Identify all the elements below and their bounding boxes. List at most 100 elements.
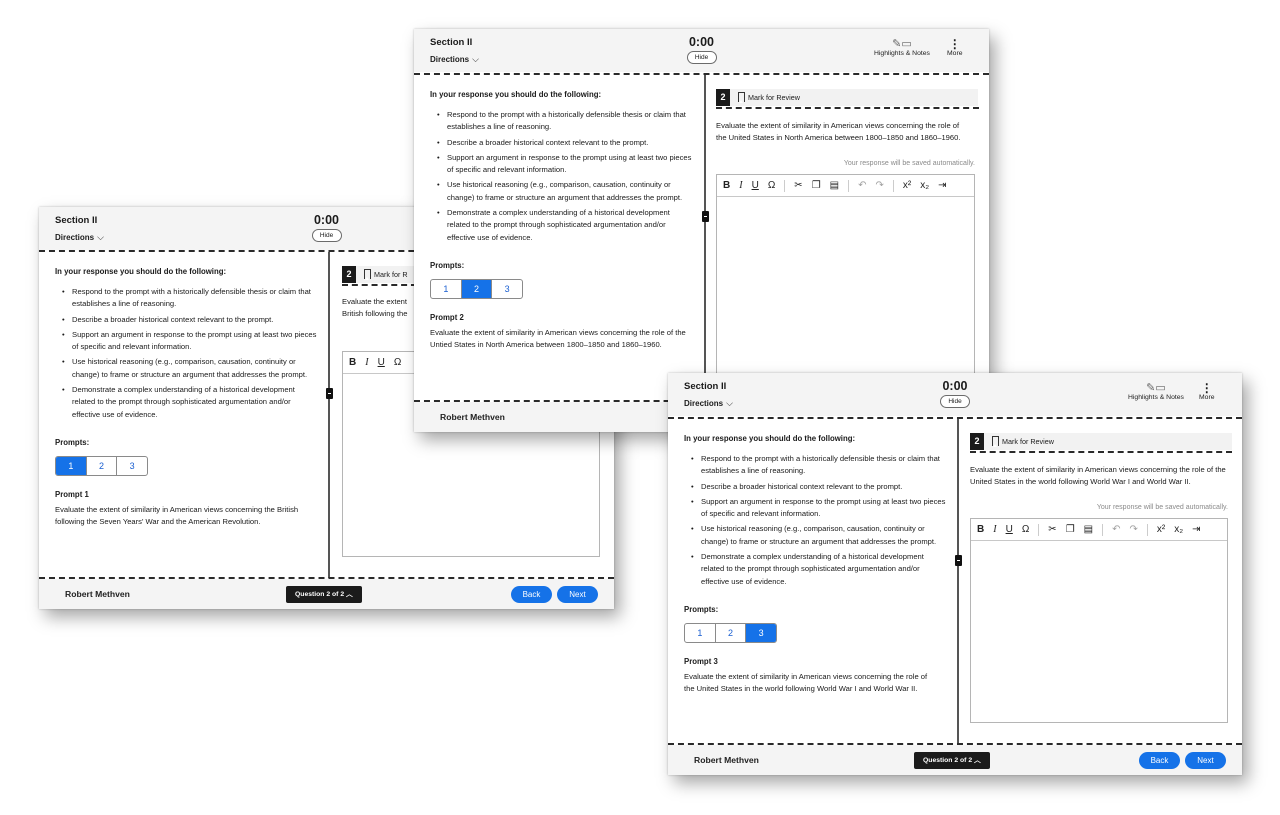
more-menu-button[interactable]: ⋮ More — [1199, 382, 1215, 401]
student-name: Robert Methven — [65, 589, 130, 599]
header-bar: Section II Directions ⌵ 0:00 Hide ✎▭ Highl… — [668, 373, 1242, 416]
prompt-button-2[interactable]: 2 — [461, 279, 493, 298]
italic-icon[interactable]: I — [365, 357, 368, 368]
footer-bar: Robert Methven Question 2 of 2 ︿ Back Ne… — [39, 579, 614, 609]
next-button[interactable]: Next — [1185, 752, 1226, 769]
question-number: 2 — [342, 266, 356, 283]
toolbar-separator — [1038, 523, 1040, 536]
directions-toggle[interactable]: Directions ⌵ — [684, 398, 733, 409]
chevron-up-icon: ︿ — [974, 757, 981, 764]
paste-icon[interactable]: ▤ — [1084, 524, 1093, 535]
copy-icon[interactable]: ❐ — [812, 180, 821, 191]
prompt-title: Prompt 1 — [55, 489, 89, 499]
splitter-handle[interactable] — [326, 388, 333, 399]
toolbar-separator — [1102, 523, 1104, 536]
superscript-icon[interactable]: x² — [1157, 524, 1165, 535]
toolbar-separator — [784, 179, 786, 192]
toolbar-separator — [892, 179, 894, 192]
question-text-line: British following the — [342, 309, 408, 319]
indent-icon[interactable]: ⇥ — [938, 180, 946, 191]
directions-toggle[interactable]: Directions ⌵ — [55, 232, 104, 243]
chevron-down-icon: ⌵ — [726, 398, 733, 408]
prompt-button-1[interactable]: 1 — [56, 456, 87, 475]
mark-for-review-button[interactable]: Mark for R — [364, 269, 408, 280]
exam-window-prompt-3: Section II Directions ⌵ 0:00 Hide ✎▭ Highl… — [668, 373, 1242, 775]
hide-timer-button[interactable]: Hide — [686, 51, 717, 64]
list-item: Respond to the prompt with a historicall… — [437, 109, 692, 134]
response-editor[interactable]: B I U Ω ✂ ❐ ▤ ↶ ↷ x² x₂ ⇥ — [716, 174, 975, 394]
hide-timer-button[interactable]: Hide — [311, 229, 342, 242]
question-text-line: Evaluate the extent — [342, 297, 408, 306]
prompt-button-1[interactable]: 1 — [431, 279, 462, 298]
directions-toggle[interactable]: Directions ⌵ — [430, 54, 479, 65]
italic-icon[interactable]: I — [993, 524, 996, 535]
bold-icon[interactable]: B — [977, 524, 984, 535]
bookmark-icon — [364, 269, 371, 280]
student-name: Robert Methven — [440, 412, 505, 422]
prompt-button-3[interactable]: 3 — [117, 457, 147, 475]
more-vertical-icon: ⋮ — [948, 37, 961, 51]
superscript-icon[interactable]: x² — [903, 180, 911, 191]
list-item: Describe a broader historical context re… — [437, 137, 692, 150]
back-button[interactable]: Back — [511, 586, 552, 603]
directions-panel: In your response you should do the follo… — [430, 90, 692, 352]
redo-icon[interactable]: ↷ — [1130, 524, 1138, 535]
response-editor[interactable]: B I U Ω ✂ ❐ ▤ ↶ ↷ x² x₂ ⇥ — [970, 518, 1228, 723]
prompt-button-3[interactable]: 3 — [492, 280, 522, 298]
paste-icon[interactable]: ▤ — [830, 180, 839, 191]
splitter-handle[interactable] — [702, 211, 709, 222]
pane-splitter[interactable] — [957, 419, 959, 744]
italic-icon[interactable]: I — [739, 180, 742, 191]
mark-for-review-button[interactable]: Mark for Review — [992, 436, 1054, 447]
pane-splitter[interactable] — [704, 75, 706, 401]
list-item: Describe a broader historical context re… — [62, 314, 317, 327]
toolbar-separator — [848, 179, 850, 192]
subscript-icon[interactable]: x₂ — [1174, 524, 1183, 535]
prompt-button-2[interactable]: 2 — [716, 623, 747, 642]
question-text: Evaluate the extent British following th… — [342, 296, 422, 321]
prompt-button-2[interactable]: 2 — [87, 456, 118, 475]
mark-for-review-label: Mark for Review — [1002, 437, 1054, 446]
instructions-list: Respond to the prompt with a historicall… — [684, 453, 946, 588]
autosave-note: Your response will be saved automaticall… — [843, 160, 975, 167]
prompt-button-1[interactable]: 1 — [685, 623, 716, 642]
directions-label: Directions — [430, 55, 470, 64]
mark-for-review-button[interactable]: Mark for Review — [738, 92, 800, 103]
hide-timer-button[interactable]: Hide — [940, 395, 970, 408]
question-navigator-button[interactable]: Question 2 of 2 ︿ — [914, 752, 990, 769]
list-item: Demonstrate a complex understanding of a… — [691, 551, 946, 588]
cut-icon[interactable]: ✂ — [794, 180, 802, 191]
highlights-notes-button[interactable]: ✎▭ Highlights & Notes — [874, 38, 930, 57]
prompt-button-3[interactable]: 3 — [746, 623, 776, 642]
exam-window-prompt-2: Section II Directions ⌵ 0:00 Hide ✎▭ Highl… — [414, 29, 989, 432]
pane-splitter[interactable] — [328, 252, 330, 578]
back-button[interactable]: Back — [1139, 752, 1180, 769]
undo-icon[interactable]: ↶ — [858, 180, 866, 191]
bold-icon[interactable]: B — [723, 180, 730, 191]
question-header: 2 Mark for Review — [716, 89, 978, 106]
more-menu-button[interactable]: ⋮ More — [947, 38, 963, 57]
underline-icon[interactable]: U — [378, 357, 385, 368]
prompt-text: Evaluate the extent of similarity in Ame… — [55, 504, 299, 527]
bold-icon[interactable]: B — [349, 357, 356, 368]
question-navigator-button[interactable]: Question 2 of 2 ︿ — [286, 586, 362, 603]
list-item: Support an argument in response to the p… — [62, 329, 317, 354]
next-button[interactable]: Next — [557, 586, 598, 603]
cut-icon[interactable]: ✂ — [1048, 524, 1056, 535]
highlights-notes-button[interactable]: ✎▭ Highlights & Notes — [1128, 382, 1184, 401]
indent-icon[interactable]: ⇥ — [1192, 524, 1200, 535]
omega-icon[interactable]: Ω — [1022, 524, 1029, 535]
undo-icon[interactable]: ↶ — [1112, 524, 1120, 535]
editor-toolbar: B I U Ω ✂ ❐ ▤ ↶ ↷ x² x₂ ⇥ — [971, 519, 1227, 541]
copy-icon[interactable]: ❐ — [1066, 524, 1075, 535]
redo-icon[interactable]: ↷ — [876, 180, 884, 191]
underline-icon[interactable]: U — [1006, 524, 1013, 535]
mark-for-review-label: Mark for Review — [748, 93, 800, 102]
omega-icon[interactable]: Ω — [394, 357, 401, 368]
directions-panel: In your response you should do the follo… — [684, 434, 946, 696]
splitter-handle[interactable] — [955, 555, 962, 566]
subscript-icon[interactable]: x₂ — [920, 180, 929, 191]
omega-icon[interactable]: Ω — [768, 180, 775, 191]
underline-icon[interactable]: U — [752, 180, 759, 191]
question-text: Evaluate the extent of similarity in Ame… — [970, 465, 1226, 487]
